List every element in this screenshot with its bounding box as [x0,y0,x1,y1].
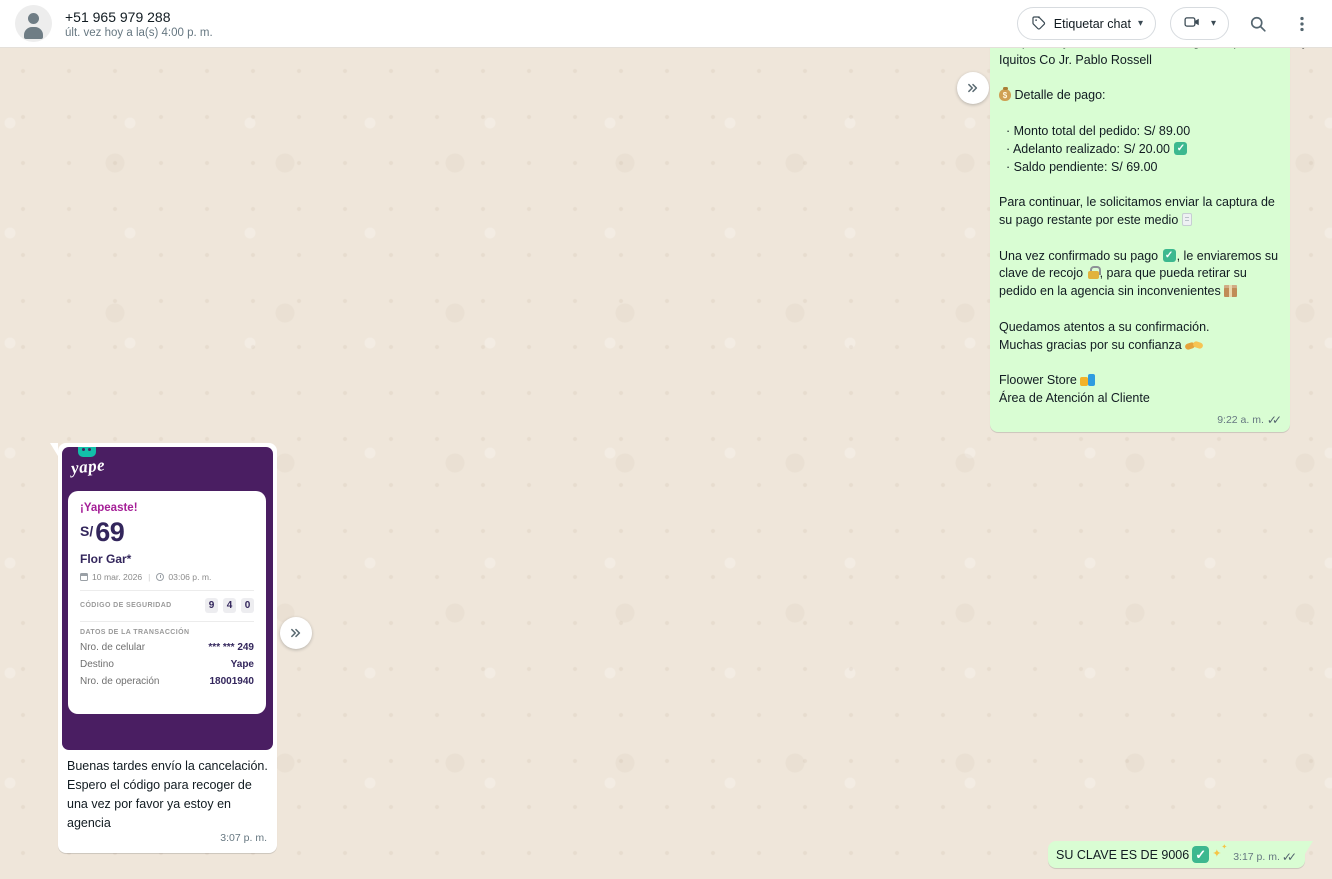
recipient-name: Flor Gar* [80,552,132,566]
amount-value: 69 [95,517,125,547]
receipt-time: 03:06 p. m. [168,572,212,582]
delivered-double-check-icon: ✓✓ [1266,412,1282,427]
chevron-down-icon: ▾ [1137,18,1143,29]
last-seen-status: últ. vez hoy a la(s) 4:00 p. m. [65,26,213,39]
message-line: Para continuar, le solicitamos enviar la… [999,195,1275,210]
row-value: 18001940 [209,676,255,687]
row-value: Yape [230,659,254,670]
transaction-row: Destino Yape [80,659,254,670]
transaction-row: Nro. de operación 18001940 [80,676,254,687]
message-line: Iquitos Co Jr. Pablo Rossell [999,52,1152,67]
security-digit: 4 [223,598,236,613]
lock-with-key-emoji-icon [1087,266,1101,280]
outgoing-business-message[interactable]: ¡Su pedido ya se encuentra en la agencia… [990,48,1316,432]
video-call-button[interactable]: ▾ [1169,7,1229,40]
tag-icon [1030,14,1047,34]
security-code-label: CÓDIGO DE SEGURIDAD [80,602,172,609]
contact-info[interactable]: +51 965 979 288 últ. vez hoy a la(s) 4:0… [65,9,213,39]
shopping-bags-emoji-icon [1080,373,1096,387]
sparkles-emoji-icon [1212,843,1227,862]
forward-message-button[interactable] [280,617,312,649]
message-timestamp: 3:07 p. m. [220,832,267,844]
yape-receipt-card: ¡Yapeaste! S/ 69 Flor Gar* 10 mar. 2026 … [68,491,266,714]
yape-brand-logo: yape [70,455,106,478]
message-line: · Saldo pendiente: S/ 69.00 [1006,159,1158,174]
divider [80,590,254,591]
message-line: Una vez confirmado su pago , le enviarem… [999,248,1283,266]
receipt-amount: S/ 69 [80,519,254,546]
contact-name: +51 965 979 288 [65,8,171,25]
message-line: clave de recojo , para que pueda retirar… [999,266,1247,281]
message-line: Detalle de pago: [999,87,1283,105]
message-timestamp: 3:17 p. m. [1233,850,1280,863]
package-emoji-icon [1224,285,1238,298]
outgoing-bubble-tail [1305,841,1313,854]
delivered-double-check-icon: ✓✓ [1281,849,1297,864]
tag-chat-button[interactable]: Etiquetar chat ▾ [1016,7,1156,40]
message-line: · Adelanto realizado: S/ 20.00 [999,141,1283,159]
message-line: Área de Atención al Cliente [999,390,1150,405]
currency-symbol: S/ [80,523,94,539]
row-label: Destino [80,659,114,670]
message-line: · Monto total del pedido: S/ 89.00 [1006,123,1191,138]
security-code-digits: 9 4 0 [205,598,254,613]
menu-kebab-button[interactable] [1287,9,1317,39]
message-timestamp: 9:22 a. m. [1217,413,1264,426]
forward-message-button[interactable] [957,72,989,104]
whatsapp-window: +51 965 979 288 últ. vez hoy a la(s) 4:0… [0,0,1332,879]
message-line: Floower Store [999,372,1283,390]
message-meta: 3:07 p. m. [220,829,267,848]
outgoing-key-message[interactable]: SU CLAVE ES DE 9006 3:17 p. m. ✓✓ [1048,841,1313,868]
page-document-emoji-icon [1181,212,1192,226]
handshake-emoji-icon [1185,340,1203,351]
tag-chat-label: Etiquetar chat [1053,16,1131,31]
row-value: *** *** 249 [208,642,254,653]
yape-receipt-image[interactable]: yape ¡Yapeaste! S/ 69 Flor Gar* 10 mar. … [62,447,273,750]
chat-message-area: ¡Su pedido ya se encuentra en la agencia… [0,48,1332,879]
caption-line: una vez por favor ya estoy en [67,797,231,811]
transaction-row: Nro. de celular *** *** 249 [80,642,254,653]
video-camera-icon [1183,13,1201,34]
incoming-bubble-tail [50,443,58,456]
message-line: Muchas gracias por su confianza [999,337,1283,355]
incoming-receipt-message[interactable]: yape ¡Yapeaste! S/ 69 Flor Gar* 10 mar. … [50,443,277,853]
message-line: Quedamos atentos a su confirmación. [999,319,1210,334]
divider [80,621,254,622]
receipt-title: ¡Yapeaste! [80,502,138,514]
caption-line: Espero el código para recoger de [67,778,252,792]
security-code-row: CÓDIGO DE SEGURIDAD 9 4 0 [80,598,254,613]
receipt-date-time: 10 mar. 2026 | 03:06 p. m. [80,572,254,582]
message-line: su pago restante por este medio [999,212,1283,230]
transaction-data-label: DATOS DE LA TRANSACCIÓN [80,629,190,636]
calendar-icon [80,573,88,581]
row-label: Nro. de celular [80,642,146,653]
receipt-date: 10 mar. 2026 [92,572,143,582]
security-digit: 9 [205,598,218,613]
message-text: SU CLAVE ES DE 9006 [1056,847,1190,862]
meta-separator: | [148,572,151,582]
contact-avatar[interactable] [15,5,52,42]
row-label: Nro. de operación [80,676,160,687]
clock-icon [156,573,165,581]
security-digit: 0 [241,598,254,613]
caption-line: Buenas tardes envío la cancelación. [67,759,268,773]
header-actions: Etiquetar chat ▾ ▾ [1016,7,1317,40]
check-mark-emoji-icon [1162,248,1176,262]
check-mark-emoji-icon [1174,141,1188,155]
image-caption: Buenas tardes envío la cancelación. Espe… [62,750,273,853]
money-bag-emoji-icon [999,87,1011,102]
search-button[interactable] [1243,9,1273,39]
message-line: pedido en la agencia sin inconvenientes [999,283,1283,301]
chat-header: +51 965 979 288 últ. vez hoy a la(s) 4:0… [0,0,1332,48]
check-mark-emoji-icon [1192,846,1210,863]
chevron-down-icon: ▾ [1210,18,1216,29]
message-meta: 9:22 a. m. ✓✓ [1217,414,1282,426]
